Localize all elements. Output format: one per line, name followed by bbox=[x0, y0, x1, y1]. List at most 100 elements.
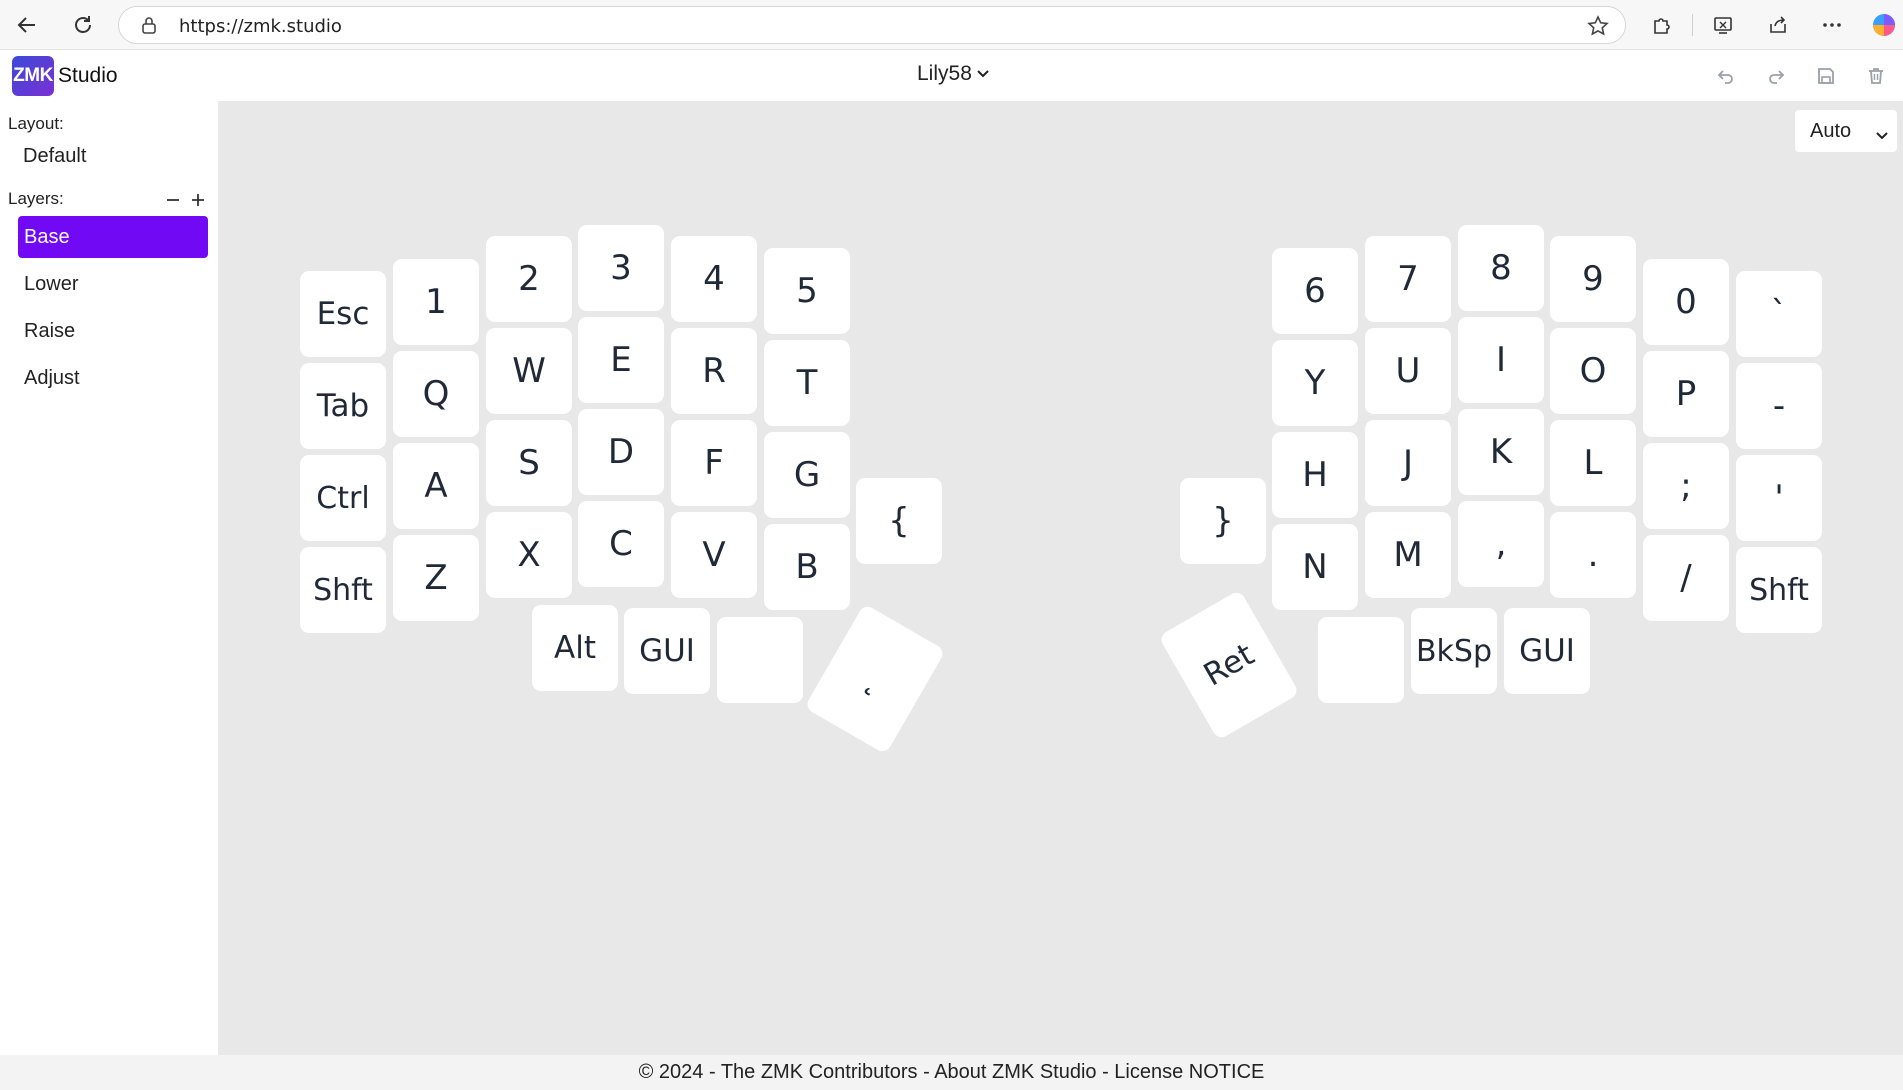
footer-text: © 2024 - The ZMK Contributors - About ZM… bbox=[638, 1061, 1265, 1083]
key-right-r1-c3[interactable]: 8 bbox=[1458, 225, 1544, 311]
layers-label: Layers: bbox=[8, 189, 64, 208]
share-icon bbox=[1770, 16, 1786, 33]
extensions-button[interactable] bbox=[1645, 8, 1679, 42]
key-left-r1-c1[interactable]: Esc bbox=[300, 271, 386, 357]
back-button[interactable] bbox=[10, 8, 44, 42]
undo-icon bbox=[1717, 70, 1733, 84]
brand-name: Studio bbox=[58, 64, 118, 87]
key-left-r1-c5[interactable]: 4 bbox=[671, 236, 757, 322]
key-right-thumb-3[interactable]: BkSp bbox=[1411, 608, 1497, 694]
key-right-r3-c5[interactable]: ; bbox=[1643, 443, 1729, 529]
app-header: ZMK Studio Lily58 bbox=[0, 50, 1903, 101]
key-left-r1-c6[interactable]: 5 bbox=[764, 248, 850, 334]
reload-button[interactable] bbox=[66, 8, 100, 42]
key-right-r4-c2[interactable]: M bbox=[1365, 512, 1451, 598]
key-right-r4-c3[interactable]: , bbox=[1458, 501, 1544, 587]
copilot-icon bbox=[1873, 14, 1895, 36]
key-right-r2-c6[interactable]: - bbox=[1736, 363, 1822, 449]
key-right-thumb-2[interactable] bbox=[1318, 617, 1404, 703]
key-right-r3-c1[interactable]: H bbox=[1272, 432, 1358, 518]
key-left-thumb-3[interactable] bbox=[717, 617, 803, 703]
key-right-r3-c3[interactable]: K bbox=[1458, 409, 1544, 495]
redo-icon bbox=[1769, 70, 1785, 84]
key-right-r2-c2[interactable]: U bbox=[1365, 328, 1451, 414]
screenshot-button[interactable] bbox=[1706, 8, 1740, 42]
layer-lower[interactable]: Lower bbox=[18, 263, 208, 305]
key-left-inner[interactable]: { bbox=[856, 478, 942, 564]
key-right-r1-c6[interactable]: ` bbox=[1736, 271, 1822, 357]
key-left-r4-c6[interactable]: B bbox=[764, 524, 850, 610]
key-right-thumb-4[interactable]: GUI bbox=[1504, 608, 1590, 694]
layout-option-default[interactable]: Default bbox=[23, 145, 86, 168]
key-left-r1-c3[interactable]: 2 bbox=[486, 236, 572, 322]
keymap-canvas: Auto Esc 1 2 3 4 5 Tab Q W E R T Ctrl A … bbox=[218, 101, 1903, 1055]
key-right-r1-c5[interactable]: 0 bbox=[1643, 259, 1729, 345]
layer-raise[interactable]: Raise bbox=[18, 310, 208, 352]
arrow-left-icon bbox=[17, 17, 35, 33]
key-left-r3-c6[interactable]: G bbox=[764, 432, 850, 518]
key-right-r1-c1[interactable]: 6 bbox=[1272, 248, 1358, 334]
key-left-r3-c2[interactable]: A bbox=[393, 443, 479, 529]
key-right-r1-c4[interactable]: 9 bbox=[1550, 236, 1636, 322]
key-right-r2-c1[interactable]: Y bbox=[1272, 340, 1358, 426]
more-menu-button[interactable] bbox=[1815, 8, 1849, 42]
url-text[interactable]: https://zmk.studio bbox=[179, 16, 342, 37]
key-left-r4-c5[interactable]: V bbox=[671, 512, 757, 598]
key-right-r2-c3[interactable]: I bbox=[1458, 317, 1544, 403]
zoom-mode-select[interactable]: Auto bbox=[1795, 110, 1897, 152]
key-left-r2-c1[interactable]: Tab bbox=[300, 363, 386, 449]
key-right-r4-c4[interactable]: . bbox=[1550, 512, 1636, 598]
screenshot-icon bbox=[1714, 17, 1732, 34]
key-right-r1-c2[interactable]: 7 bbox=[1365, 236, 1451, 322]
key-left-r4-c1[interactable]: Shft bbox=[300, 547, 386, 633]
discard-button[interactable] bbox=[1862, 62, 1890, 90]
key-left-r1-c4[interactable]: 3 bbox=[578, 225, 664, 311]
key-left-thumb-4[interactable]: ˛ bbox=[804, 603, 946, 755]
layer-adjust[interactable]: Adjust bbox=[18, 357, 208, 399]
key-left-r2-c3[interactable]: W bbox=[486, 328, 572, 414]
key-left-r4-c3[interactable]: X bbox=[486, 512, 572, 598]
key-left-r4-c2[interactable]: Z bbox=[393, 535, 479, 621]
key-left-thumb-2[interactable]: GUI bbox=[624, 608, 710, 694]
address-bar[interactable]: https://zmk.studio bbox=[118, 6, 1626, 44]
minus-icon bbox=[167, 199, 179, 201]
toolbar-divider bbox=[1692, 14, 1693, 36]
key-right-r4-c5[interactable]: / bbox=[1643, 535, 1729, 621]
layer-base[interactable]: Base bbox=[18, 216, 208, 258]
key-left-r3-c5[interactable]: F bbox=[671, 420, 757, 506]
puzzle-icon bbox=[1654, 18, 1670, 34]
copilot-button[interactable] bbox=[1867, 8, 1901, 42]
undo-button[interactable] bbox=[1712, 62, 1740, 90]
key-right-r4-c6[interactable]: Shft bbox=[1736, 547, 1822, 633]
key-right-r3-c2[interactable]: J bbox=[1365, 420, 1451, 506]
key-left-r2-c5[interactable]: R bbox=[671, 328, 757, 414]
key-left-r3-c4[interactable]: D bbox=[578, 409, 664, 495]
key-left-r3-c1[interactable]: Ctrl bbox=[300, 455, 386, 541]
save-button[interactable] bbox=[1812, 62, 1840, 90]
key-right-r3-c6[interactable]: ' bbox=[1736, 455, 1822, 541]
key-right-r2-c5[interactable]: P bbox=[1643, 351, 1729, 437]
key-left-r2-c6[interactable]: T bbox=[764, 340, 850, 426]
layout-label: Layout: bbox=[8, 114, 64, 133]
sidebar: Layout: Default Layers: Base Lower Raise… bbox=[0, 101, 218, 1055]
keyboard-selector[interactable]: Lily58 bbox=[917, 62, 990, 86]
key-left-thumb-1[interactable]: Alt bbox=[532, 605, 618, 691]
chevron-down-icon bbox=[1875, 124, 1889, 147]
zmk-logo: ZMK bbox=[12, 56, 54, 96]
redo-button[interactable] bbox=[1762, 62, 1790, 90]
key-right-inner[interactable]: } bbox=[1180, 478, 1266, 564]
save-icon bbox=[1818, 68, 1834, 84]
favorite-star-icon[interactable] bbox=[1587, 15, 1609, 42]
key-left-r3-c3[interactable]: S bbox=[486, 420, 572, 506]
key-right-r2-c4[interactable]: O bbox=[1550, 328, 1636, 414]
key-right-r4-c1[interactable]: N bbox=[1272, 524, 1358, 610]
key-right-thumb-1[interactable]: Ret bbox=[1158, 589, 1300, 741]
remove-layer-button[interactable] bbox=[162, 189, 184, 211]
key-left-r2-c4[interactable]: E bbox=[578, 317, 664, 403]
key-right-r3-c4[interactable]: L bbox=[1550, 420, 1636, 506]
share-button[interactable] bbox=[1761, 8, 1795, 42]
key-left-r1-c2[interactable]: 1 bbox=[393, 259, 479, 345]
key-left-r4-c4[interactable]: C bbox=[578, 501, 664, 587]
add-layer-button[interactable] bbox=[187, 189, 209, 211]
key-left-r2-c2[interactable]: Q bbox=[393, 351, 479, 437]
